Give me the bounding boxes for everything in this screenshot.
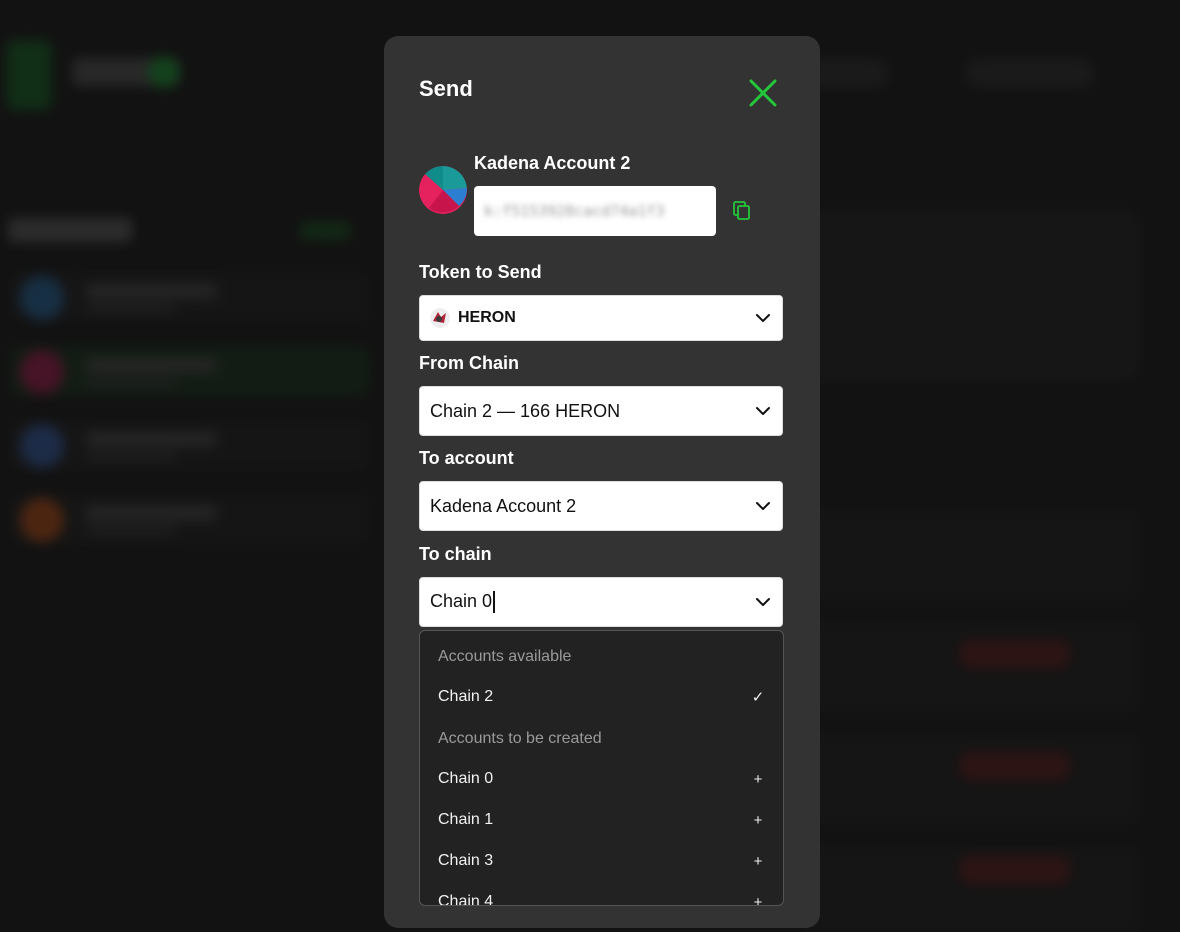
plus-icon: + (753, 893, 763, 906)
checkmark-icon: ✓ (751, 689, 765, 706)
to-chain-combobox[interactable]: Chain 0 (419, 577, 783, 627)
to-chain-dropdown: Accounts available Chain 2 ✓ Accounts to… (419, 630, 784, 906)
plus-icon: + (753, 811, 763, 829)
chevron-down-icon (756, 407, 770, 415)
chevron-down-icon (756, 314, 770, 322)
to-chain-input[interactable]: Chain 0 (430, 590, 754, 614)
plus-icon: + (753, 770, 763, 788)
to-account-select[interactable]: Kadena Account 2 (419, 481, 783, 531)
token-select-value: HERON (458, 309, 516, 326)
chevron-down-icon (756, 598, 770, 606)
token-select[interactable]: HERON (419, 295, 783, 341)
heron-token-icon (430, 308, 450, 328)
option-label: Chain 3 (438, 852, 494, 869)
dropdown-option-chain-3[interactable]: Chain 3 + (420, 841, 783, 881)
from-chain-value: Chain 2 — 166 HERON (430, 400, 621, 421)
token-to-send-label: Token to Send (419, 262, 542, 282)
text-caret (493, 591, 496, 614)
modal-title: Send (419, 76, 473, 101)
chevron-down-icon (756, 502, 770, 510)
dropdown-option-chain-0[interactable]: Chain 0 + (420, 759, 783, 799)
account-avatar (419, 166, 467, 214)
copy-icon (733, 201, 750, 220)
copy-address-button[interactable] (732, 200, 752, 222)
to-chain-input-text: Chain 0 (430, 590, 493, 611)
option-label: Chain 4 (438, 893, 494, 906)
dropdown-option-chain-4[interactable]: Chain 4 + (420, 882, 783, 906)
option-label: Chain 1 (438, 811, 494, 828)
to-account-label: To account (419, 448, 514, 468)
dropdown-group-to-create: Accounts to be created (438, 730, 602, 747)
dropdown-group-available: Accounts available (438, 648, 572, 665)
account-address: k:f5153928cacd74a1f3 (484, 202, 665, 220)
from-chain-select[interactable]: Chain 2 — 166 HERON (419, 386, 783, 436)
account-address-field: k:f5153928cacd74a1f3 (474, 186, 716, 236)
account-name: Kadena Account 2 (474, 153, 631, 173)
to-chain-label: To chain (419, 544, 492, 564)
option-label: Chain 2 (438, 688, 494, 705)
dropdown-option-chain-2[interactable]: Chain 2 ✓ (420, 677, 783, 717)
to-account-value: Kadena Account 2 (430, 495, 577, 516)
option-label: Chain 0 (438, 770, 494, 787)
close-icon (749, 79, 777, 107)
close-button[interactable] (746, 76, 780, 110)
dropdown-option-chain-1[interactable]: Chain 1 + (420, 800, 783, 840)
plus-icon: + (753, 852, 763, 870)
send-modal: Send Kadena Account 2 k:f5153928cacd74a1… (384, 36, 820, 928)
from-chain-label: From Chain (419, 353, 520, 373)
